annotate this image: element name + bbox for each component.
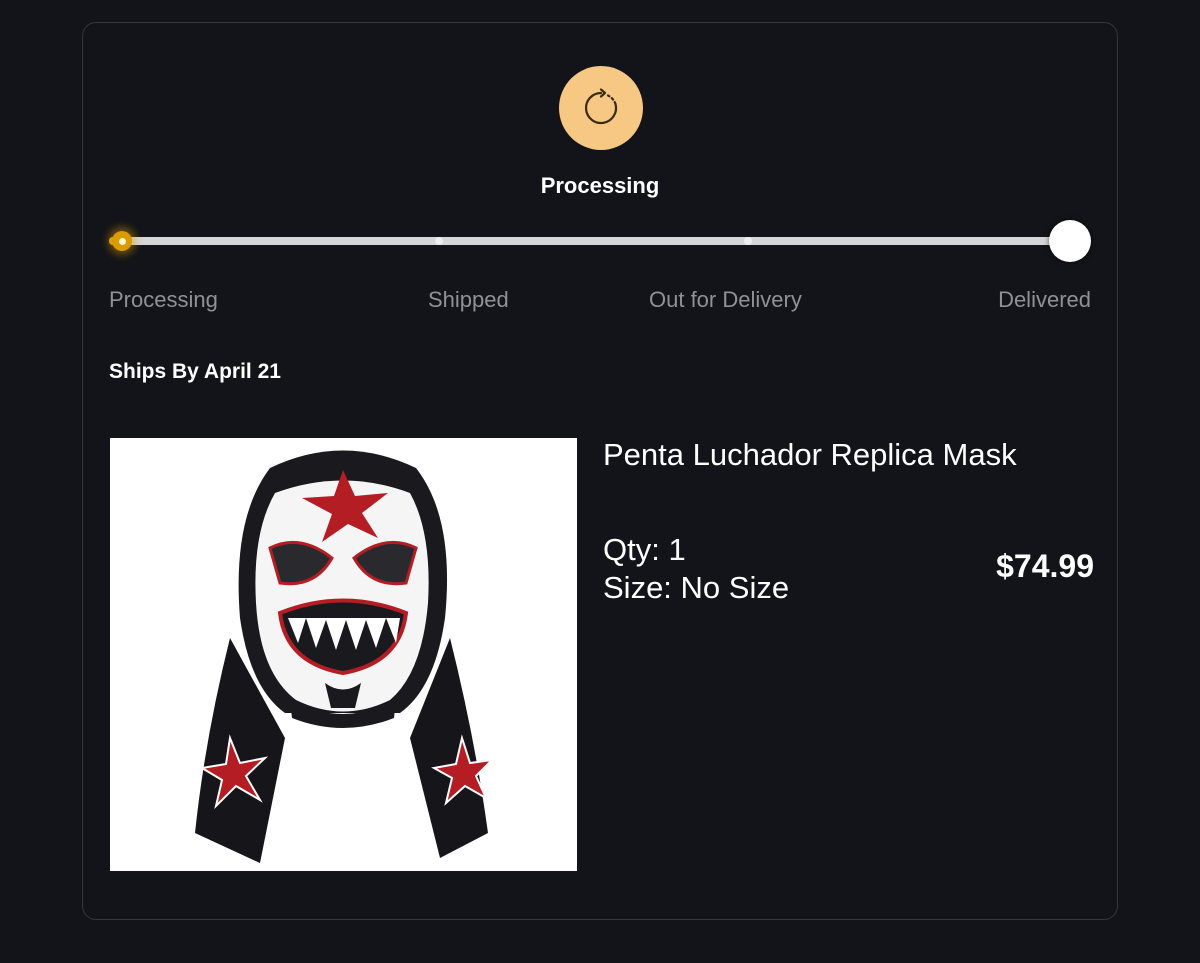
product-price: $74.99 <box>996 548 1094 584</box>
delivered-step-marker <box>1049 220 1091 262</box>
ships-by-date: Ships By April 21 <box>109 360 281 383</box>
processing-spinner-icon <box>559 66 643 150</box>
step-label-processing: Processing <box>109 287 218 312</box>
product-size: Size: No Size <box>603 570 790 605</box>
product-image[interactable] <box>110 438 577 871</box>
step-label-out-for-delivery: Out for Delivery <box>649 287 802 312</box>
current-step-marker <box>112 231 132 251</box>
progress-track <box>109 237 1073 245</box>
product-details: Qty: 1 Size: No Size <box>603 531 789 607</box>
step-label-shipped: Shipped <box>428 287 509 312</box>
luchador-mask-image <box>195 450 495 863</box>
product-qty: Qty: 1 <box>603 532 686 567</box>
status-title: Processing <box>540 173 660 198</box>
step-label-delivered: Delivered <box>998 287 1091 312</box>
order-status-card: Processing Processing Shipped Out for De… <box>82 22 1118 920</box>
step-dot-shipped <box>435 237 443 245</box>
product-name[interactable]: Penta Luchador Replica Mask <box>603 437 1017 473</box>
step-dot-out-for-delivery <box>744 237 752 245</box>
